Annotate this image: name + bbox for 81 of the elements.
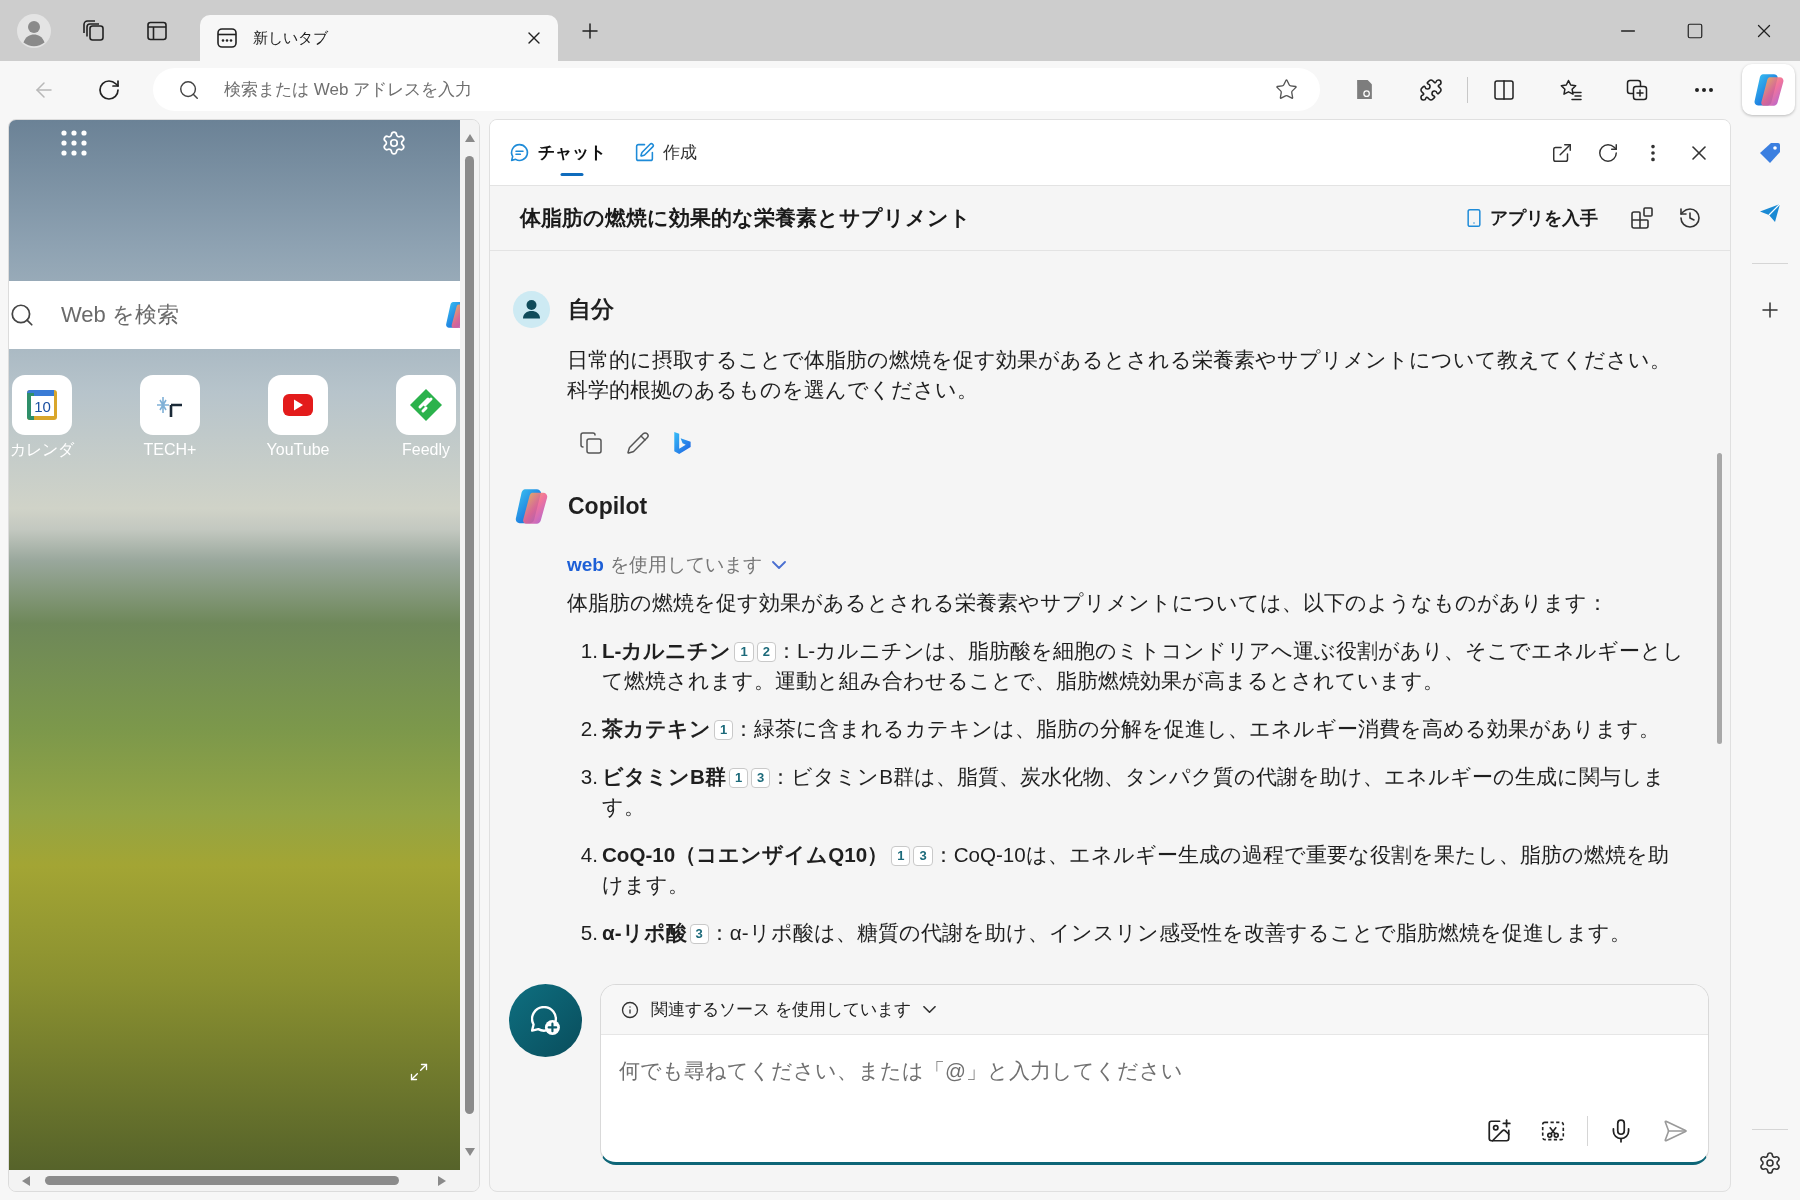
browser-tab[interactable]: 新しいタブ [200,15,558,61]
conversation-title: 体脂肪の燃焼に効果的な栄養素とサプリメント [520,205,971,232]
quick-link[interactable]: 10 カレンダ [10,375,74,460]
expand-icon[interactable] [409,1062,429,1082]
scroll-down-arrow-icon[interactable] [464,1148,475,1156]
chevron-down-icon [922,1006,936,1013]
list-number: 1. [579,638,599,664]
profile-avatar-icon[interactable] [17,13,51,48]
scrollbar-thumb[interactable] [465,156,474,1114]
chat-plus-icon [530,1005,561,1036]
scroll-left-arrow-icon[interactable] [22,1175,30,1186]
citation-link[interactable]: 3 [751,768,771,788]
citation-link[interactable]: 1 [714,720,734,740]
workspaces-icon[interactable] [82,18,106,43]
collections-icon[interactable] [1625,77,1649,102]
document-icon[interactable] [1356,79,1373,100]
get-app-button[interactable]: アプリを入手 [1464,204,1598,232]
scrollbar-thumb[interactable] [1717,453,1722,744]
open-in-window-icon[interactable] [1551,141,1573,164]
maximize-icon[interactable] [1686,21,1704,40]
panel-tab[interactable]: チャット [509,120,606,186]
answer-item-text: α-リポ酸 3 ：α-リポ酸は、糖質の代謝を助け、インスリン感受性を改善することで脂肪燃焼を促進します。 [602,920,1632,946]
send-icon[interactable] [1662,1118,1688,1144]
search-icon [9,302,35,328]
answer-item-text: 茶カテキン 1 ：緑茶に含まれるカテキンは、脂肪の分解を促進し、エネルギー消費を高める効果があります。 [602,716,1662,742]
extensions-icon[interactable] [1419,77,1443,102]
address-bar[interactable]: 検索または Web アドレスを入力 [153,68,1320,111]
split-screen-icon[interactable] [1492,77,1516,102]
user-avatar-icon [513,291,550,328]
search-input[interactable]: Web を検索 [61,295,444,335]
edit-icon[interactable] [626,431,650,455]
play-button-icon [268,375,328,435]
list-number: 2. [579,716,599,742]
diamond-logo-icon [396,375,456,435]
scroll-up-arrow-icon[interactable] [464,134,475,142]
settings-icon[interactable] [1757,1151,1782,1175]
answer-item-text: L-カルニチン 1 2 ：L-カルニチンは、脂肪酸を細胞のミトコンドリアへ運ぶ役割があり、そこでエネルギーとして燃焼されます。運動と組み合わせることで、脂肪燃焼効果が高まるとされています。 [602,638,1686,694]
refresh-icon[interactable] [97,77,121,102]
list-number: 4. [579,842,599,868]
assistant-logo-icon [513,488,550,525]
search-logo-icon[interactable] [673,431,693,455]
info-icon [621,1000,639,1019]
search-field[interactable]: Web を検索 [9,281,460,349]
scroll-right-arrow-icon[interactable] [438,1175,446,1186]
chevron-down-icon [771,561,786,569]
history-icon[interactable] [1678,206,1702,230]
list-number: 3. [579,764,599,790]
add-widget-icon[interactable] [1630,206,1654,230]
citation-link[interactable]: 2 [756,642,776,662]
assistant-button[interactable] [1742,64,1795,115]
panel-tab[interactable]: 作成 [634,120,697,186]
copy-icon[interactable] [579,431,603,455]
refresh-icon[interactable] [1597,141,1619,164]
favorites-list-icon[interactable] [1559,77,1583,102]
calendar-icon: 10 [12,375,72,435]
favorite-star-icon[interactable] [1275,78,1298,101]
citation-link[interactable]: 1 [891,846,911,866]
citation-link[interactable]: 1 [734,642,754,662]
citation-link[interactable]: 3 [913,846,933,866]
answer-intro: 体脂肪の燃焼を促す効果があるとされる栄養素やサプリメントについては、以下のようなものがあります： [567,590,1609,616]
answer-item-text: ビタミンB群 1 3 ：ビタミンB群は、脂質、炭水化物、タンパク質の代謝を助け、エネルギーの生成に関与します。 [602,764,1667,820]
answer-item-text: CoQ-10（コエンザイムQ10） 1 3 ：CoQ-10は、エネルギー生成の過程で重要な役割を果たし、脂肪の燃焼を助けます。 [602,842,1670,898]
compose-icon [634,142,655,163]
citation-link[interactable]: 1 [728,768,749,788]
message-text: 日常的に摂取することで体脂肪の燃焼を促す効果があるとされる栄養素やサプリメントについて教えてください。科学的根拠のあるものを選んでください。 [567,347,1672,403]
sources-dropdown[interactable]: web を使用しています [567,550,786,580]
apps-grid-icon[interactable] [61,130,87,156]
search-icon [178,78,200,101]
message-input[interactable]: 何でも尋ねてください、または「@」と入力してください [619,1055,1690,1087]
message-author: Copilot [568,492,648,522]
add-image-icon[interactable] [1486,1118,1512,1144]
chat-bubble-icon [509,142,530,163]
message-author: 自分 [568,295,614,325]
list-number: 5. [579,920,599,946]
address-input[interactable]: 検索または Web アドレスを入力 [224,74,1275,105]
new-tab-page-icon [215,26,239,50]
phone-icon [1464,207,1484,229]
sources-dropdown[interactable]: 関連するソース を使用しています [621,996,936,1023]
citation-link[interactable]: 3 [689,924,709,944]
scrollbar-thumb[interactable] [45,1176,399,1185]
cross-lines-logo-icon [140,375,200,435]
